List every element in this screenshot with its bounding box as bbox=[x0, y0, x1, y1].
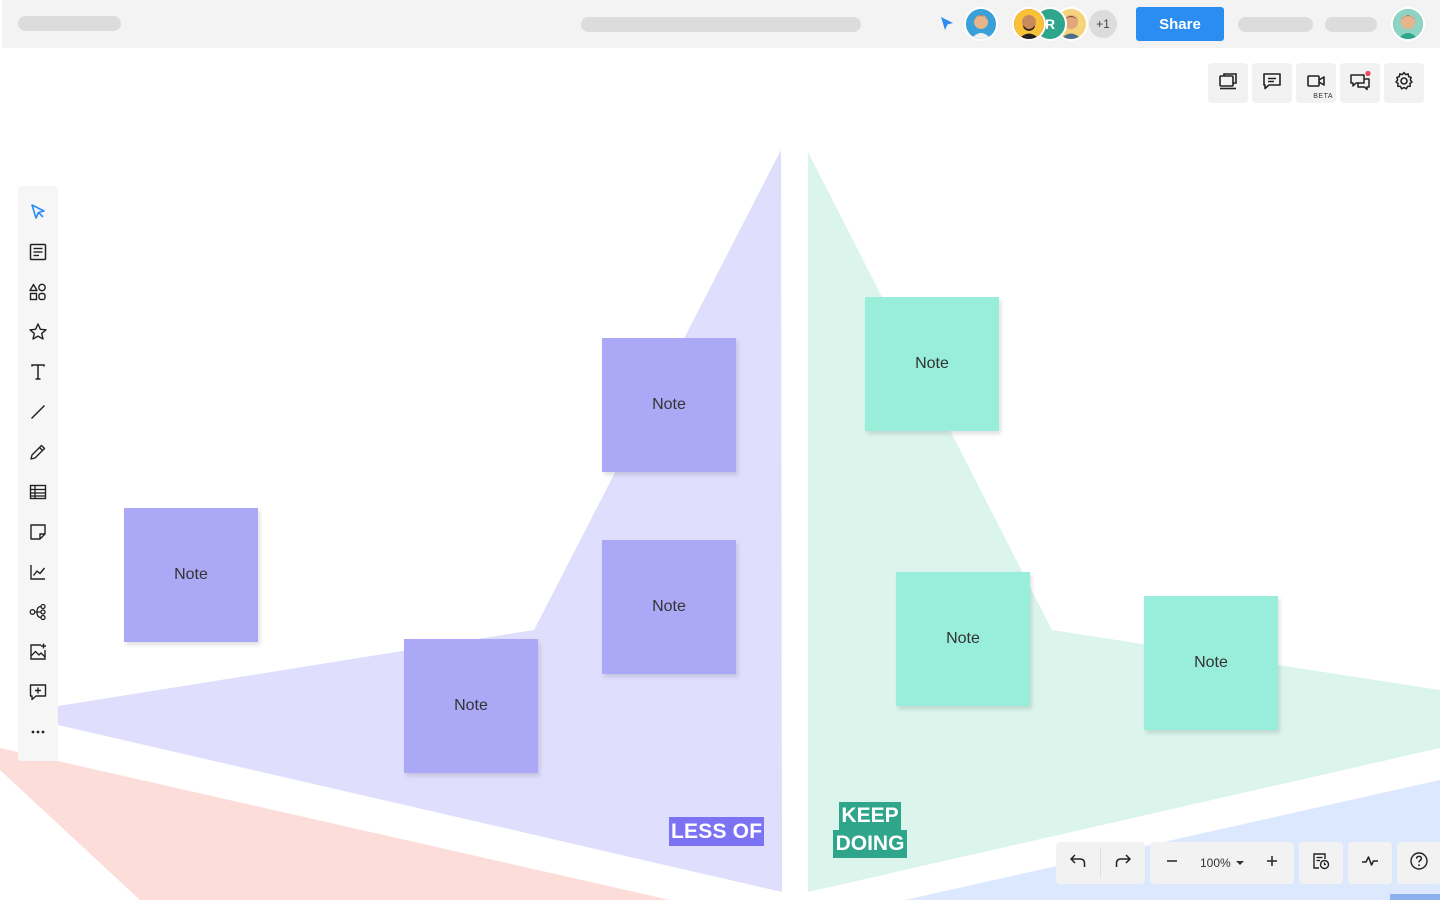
zoom-level-text: 100% bbox=[1200, 856, 1231, 870]
chart-tool[interactable] bbox=[26, 562, 50, 586]
board-canvas[interactable]: Note Note Note Note Note Note Note bbox=[0, 48, 1440, 900]
frames-button[interactable] bbox=[1208, 63, 1248, 103]
sticky-note-tool[interactable] bbox=[26, 522, 50, 546]
add-comment-icon bbox=[28, 682, 48, 707]
collaborator-initial: R bbox=[1044, 16, 1056, 32]
star-icon bbox=[28, 322, 48, 347]
table-tool[interactable] bbox=[26, 482, 50, 506]
note-text: Note bbox=[1194, 654, 1228, 671]
board-history-button[interactable] bbox=[1299, 842, 1343, 884]
shapes-icon bbox=[28, 282, 48, 307]
current-user-avatar[interactable] bbox=[964, 7, 998, 41]
gear-icon bbox=[1393, 70, 1415, 97]
redo-button[interactable] bbox=[1101, 842, 1145, 884]
sticky-note[interactable]: Note bbox=[124, 508, 258, 642]
more-icon bbox=[28, 722, 48, 747]
redo-icon bbox=[1113, 851, 1133, 876]
line-icon bbox=[28, 402, 48, 427]
help-icon bbox=[1409, 851, 1429, 876]
sticky-note[interactable]: Note bbox=[602, 540, 736, 674]
shapes-tool[interactable] bbox=[26, 282, 50, 306]
more-collaborators-badge[interactable]: +1 bbox=[1087, 8, 1119, 40]
note-text: Note bbox=[915, 355, 949, 372]
comment-icon bbox=[1261, 70, 1283, 97]
zoom-out-button[interactable] bbox=[1150, 842, 1194, 884]
activity-icon bbox=[1360, 851, 1380, 876]
stickers-tool[interactable] bbox=[26, 322, 50, 346]
chart-icon bbox=[28, 562, 48, 587]
left-toolbar bbox=[18, 186, 58, 761]
board-title-placeholder[interactable] bbox=[581, 17, 861, 32]
note-text: Note bbox=[652, 396, 686, 413]
undo-icon bbox=[1068, 851, 1088, 876]
line-tool[interactable] bbox=[26, 402, 50, 426]
plus-icon bbox=[1262, 851, 1282, 876]
help-group bbox=[1396, 842, 1440, 884]
board-menu-placeholder[interactable] bbox=[18, 16, 121, 31]
bottom-toolbar: 100% bbox=[1056, 842, 1440, 884]
beta-badge: BETA bbox=[1313, 93, 1333, 100]
zoom-in-button[interactable] bbox=[1250, 842, 1294, 884]
templates-tool[interactable] bbox=[26, 242, 50, 266]
pen-icon bbox=[28, 442, 48, 467]
board-background-shapes bbox=[0, 150, 1440, 900]
user-profile-avatar[interactable] bbox=[1391, 7, 1425, 41]
text-tool[interactable] bbox=[26, 362, 50, 386]
select-tool[interactable] bbox=[26, 202, 50, 226]
frames-icon bbox=[1217, 70, 1239, 97]
whiteboard-app: R +1 Share Note Note Note Note Note Note… bbox=[0, 0, 1440, 900]
history-log-group bbox=[1298, 842, 1343, 884]
image-tool[interactable] bbox=[26, 642, 50, 666]
sticky-note[interactable]: Note bbox=[1144, 596, 1278, 730]
blue-edge bbox=[1390, 894, 1440, 900]
undo-button[interactable] bbox=[1056, 842, 1100, 884]
select-arrow-icon bbox=[28, 202, 48, 227]
note-text: Note bbox=[174, 566, 208, 583]
settings-button[interactable] bbox=[1384, 63, 1424, 103]
chat-button[interactable] bbox=[1340, 63, 1380, 103]
sticky-note[interactable]: Note bbox=[865, 297, 999, 431]
top-bar: R +1 Share bbox=[2, 0, 1440, 48]
activity-button[interactable] bbox=[1348, 842, 1392, 884]
activity-group bbox=[1347, 842, 1392, 884]
image-icon bbox=[28, 642, 48, 667]
note-text: Note bbox=[454, 697, 488, 714]
zoom-group: 100% bbox=[1150, 842, 1294, 884]
comments-button[interactable] bbox=[1252, 63, 1292, 103]
note-text: Note bbox=[946, 630, 980, 647]
note-text: Note bbox=[652, 598, 686, 615]
zoom-level-dropdown[interactable]: 100% bbox=[1194, 856, 1250, 870]
share-button[interactable]: Share bbox=[1136, 7, 1224, 41]
pen-tool[interactable] bbox=[26, 442, 50, 466]
toolbar-placeholder[interactable] bbox=[1325, 17, 1377, 32]
chat-icon bbox=[1349, 70, 1371, 97]
keep-doing-label-line2: DOING bbox=[833, 830, 907, 858]
keep-doing-label[interactable]: KEEP DOING bbox=[833, 802, 907, 858]
minus-icon bbox=[1162, 851, 1182, 876]
sticky-note[interactable]: Note bbox=[896, 572, 1030, 706]
toolbar-placeholder[interactable] bbox=[1238, 17, 1313, 32]
chevron-down-icon bbox=[1235, 861, 1244, 865]
text-icon bbox=[28, 362, 48, 387]
keep-doing-zone bbox=[808, 152, 1440, 892]
video-call-button[interactable]: BETA bbox=[1296, 63, 1336, 103]
mindmap-icon bbox=[28, 602, 48, 627]
history-group bbox=[1056, 842, 1145, 884]
keep-doing-label-line1: KEEP bbox=[839, 802, 901, 830]
less-of-label[interactable]: LESS OF bbox=[669, 817, 765, 846]
sticky-note[interactable]: Note bbox=[404, 639, 538, 773]
help-button[interactable] bbox=[1397, 842, 1440, 884]
add-comment-tool[interactable] bbox=[26, 682, 50, 706]
cursor-icon bbox=[939, 15, 955, 33]
mindmap-tool[interactable] bbox=[26, 602, 50, 626]
table-icon bbox=[28, 482, 48, 507]
sticky-note[interactable]: Note bbox=[602, 338, 736, 472]
sticky-note-icon bbox=[28, 522, 48, 547]
collaborator-avatar[interactable] bbox=[1012, 7, 1046, 41]
templates-icon bbox=[28, 242, 48, 267]
more-tools-button[interactable] bbox=[26, 722, 50, 746]
history-icon bbox=[1311, 851, 1331, 876]
